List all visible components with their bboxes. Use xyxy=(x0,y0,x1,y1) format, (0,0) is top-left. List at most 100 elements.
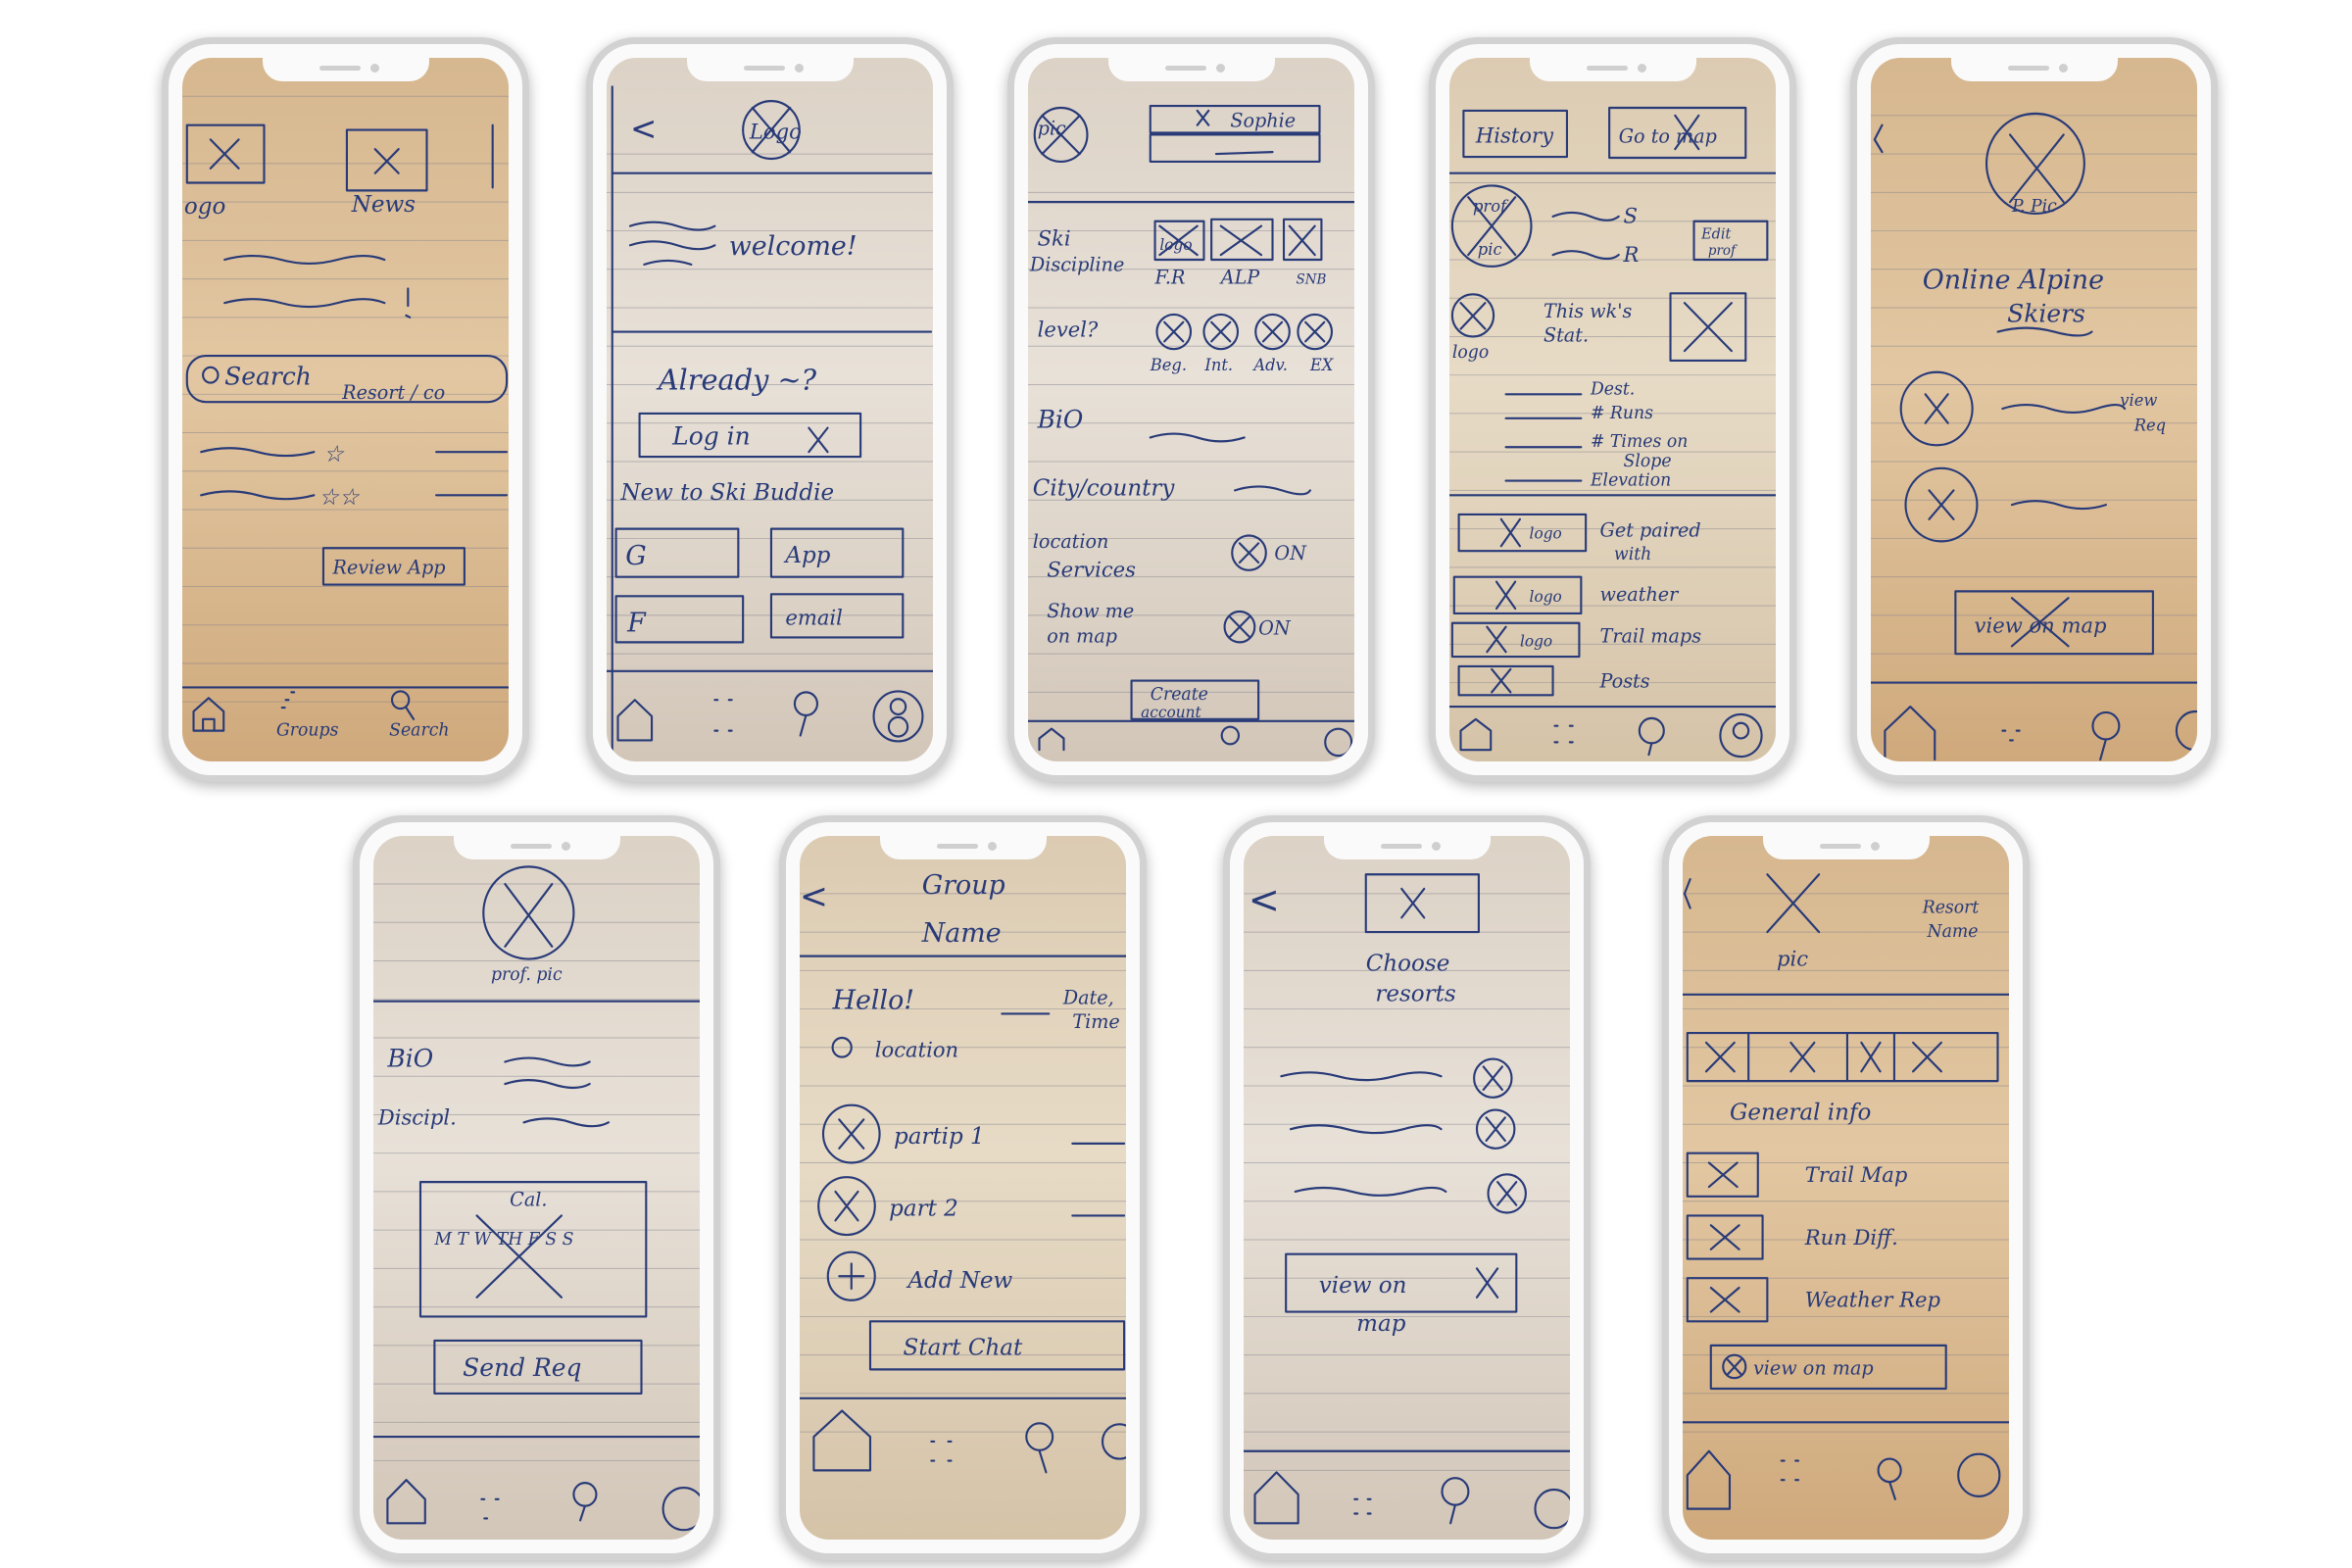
home-icon[interactable] xyxy=(812,1409,872,1472)
result-line-2[interactable] xyxy=(200,490,316,501)
back-icon[interactable]: < xyxy=(630,109,657,147)
resort-item-2[interactable] xyxy=(1289,1124,1443,1135)
prof-pic-label: prof. pic xyxy=(491,965,563,985)
back-icon[interactable]: < xyxy=(1249,878,1280,922)
add-new-label: Add New xyxy=(906,1267,1012,1294)
skiers-heading: Skiers xyxy=(2007,299,2085,327)
send-request-label: Send Req xyxy=(463,1353,581,1382)
home-icon[interactable] xyxy=(1884,706,1936,761)
bio-label: BiO xyxy=(1037,405,1084,433)
general-info-heading: General info xyxy=(1730,1099,1871,1125)
second-field[interactable] xyxy=(1149,133,1321,164)
search-tab-icon[interactable] xyxy=(572,1482,598,1507)
home-icon[interactable] xyxy=(616,699,654,742)
review-app-label: Review App xyxy=(332,557,446,579)
posts-card[interactable] xyxy=(1457,664,1554,697)
weather-card[interactable] xyxy=(1452,575,1583,615)
groups-icon[interactable] xyxy=(713,699,733,732)
result-line-1[interactable] xyxy=(200,447,316,458)
groups-icon[interactable] xyxy=(1353,1497,1372,1515)
profile-tab-icon[interactable] xyxy=(1101,1423,1126,1460)
p-pic-label: P. Pic xyxy=(2011,197,2057,217)
elevation-label: Elevation xyxy=(1590,470,1671,490)
phone-screen-user-profile: prof. pic BiO Discipl. Cal. M T W TH F S… xyxy=(353,815,720,1560)
photo-strip[interactable] xyxy=(1686,1032,1999,1083)
go-to-map-label: Go to map xyxy=(1619,124,1717,147)
this-wk-label: This wk's xyxy=(1544,300,1632,322)
groups-icon[interactable] xyxy=(1553,724,1574,744)
search-tab-icon[interactable] xyxy=(1638,716,1665,745)
logo-label: logo xyxy=(1530,588,1562,606)
pic-label: pic xyxy=(1038,117,1066,139)
pic-label: pic xyxy=(1478,240,1502,259)
profile-tab-icon[interactable] xyxy=(1324,727,1353,758)
resort-item-1[interactable] xyxy=(1280,1071,1443,1082)
back-icon[interactable]: < xyxy=(800,877,828,916)
participant-2-label: part 2 xyxy=(889,1195,958,1221)
participant-1-label: partip 1 xyxy=(894,1123,985,1150)
show-me-label: Show me xyxy=(1047,600,1134,622)
search-tab-icon[interactable] xyxy=(1877,1457,1902,1484)
history-label: History xyxy=(1475,123,1554,148)
weather-label: weather xyxy=(1600,583,1680,606)
profile-tab-icon[interactable] xyxy=(1957,1452,2001,1497)
fr-label: F.R xyxy=(1154,266,1186,288)
phone-screen-group: < Group Name Hello! Date, Time location … xyxy=(779,815,1147,1560)
login-label: Log in xyxy=(671,421,751,450)
app-label: App xyxy=(783,542,830,568)
profile-pic-placeholder xyxy=(482,865,575,960)
groups-icon[interactable] xyxy=(1780,1459,1800,1482)
home-icon[interactable] xyxy=(1253,1471,1299,1525)
get-paired-card[interactable] xyxy=(1457,513,1588,553)
on-map-label: on map xyxy=(1047,624,1117,647)
search-tab-icon[interactable] xyxy=(1441,1477,1470,1506)
view-on-label: view on xyxy=(1319,1272,1407,1298)
groups-tab-label: Groups xyxy=(276,720,338,740)
home-icon[interactable] xyxy=(192,697,225,732)
view-label[interactable]: view xyxy=(2120,391,2157,410)
groups-icon[interactable] xyxy=(280,691,296,710)
profile-tab-icon[interactable] xyxy=(2175,710,2197,752)
cal-label: Cal. xyxy=(510,1188,547,1210)
weather-report-link[interactable]: Weather Rep xyxy=(1805,1288,1941,1312)
search-tab-icon[interactable] xyxy=(793,691,819,716)
search-icon xyxy=(202,366,220,384)
snb-label: SNB xyxy=(1297,271,1327,287)
home-icon[interactable] xyxy=(1459,717,1493,752)
trail-maps-card[interactable] xyxy=(1450,621,1581,659)
bio-field[interactable] xyxy=(1149,432,1246,443)
phone-notch xyxy=(1107,58,1275,81)
choose-heading: Choose xyxy=(1366,950,1450,976)
groups-icon[interactable] xyxy=(2001,729,2021,742)
groups-icon[interactable] xyxy=(480,1497,500,1520)
name-label: Name xyxy=(1927,922,1979,942)
phone-screen-resort-detail: pic Resort Name General info Trail Map R… xyxy=(1662,815,2030,1560)
run-diff-link[interactable]: Run Diff. xyxy=(1804,1226,1898,1250)
search-tab-icon[interactable] xyxy=(1025,1422,1054,1451)
home-icon[interactable] xyxy=(1686,1449,1732,1510)
resorts-heading: resorts xyxy=(1375,980,1455,1006)
profile-tab-icon[interactable] xyxy=(662,1486,700,1532)
already-text: Already ~? xyxy=(656,363,817,396)
star-icon: ☆☆ xyxy=(318,484,360,511)
start-chat-label: Start Chat xyxy=(904,1334,1023,1360)
search-tab-icon[interactable] xyxy=(2091,710,2121,741)
phone-notch xyxy=(1950,58,2118,81)
scribble-text xyxy=(223,254,386,265)
slope-label: Slope xyxy=(1624,452,1672,471)
logo-label: logo xyxy=(1159,236,1192,254)
back-icon[interactable] xyxy=(1873,123,1884,154)
email-label: email xyxy=(785,607,843,631)
req-label[interactable]: Req xyxy=(2133,416,2166,434)
profile-tab-icon[interactable] xyxy=(1534,1488,1570,1530)
trail-map-link[interactable]: Trail Map xyxy=(1805,1163,1908,1188)
profile-tab-icon[interactable] xyxy=(1719,712,1763,759)
resort-item-3[interactable] xyxy=(1294,1186,1447,1197)
city-field[interactable] xyxy=(1234,485,1311,496)
search-tab-icon[interactable] xyxy=(390,690,411,710)
home-icon[interactable] xyxy=(1038,727,1065,752)
home-icon[interactable] xyxy=(386,1479,426,1525)
groups-icon[interactable] xyxy=(930,1440,953,1462)
search-tab-icon[interactable] xyxy=(1220,725,1241,746)
search-placeholder: Search xyxy=(224,362,312,390)
